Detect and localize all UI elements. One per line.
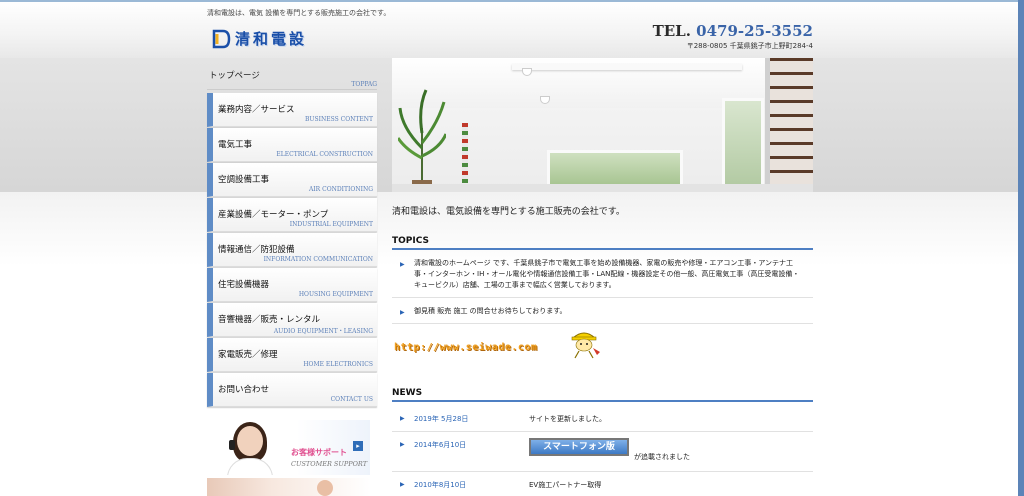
topic-text: 清和電設のホームページ です、千葉県銚子市で電気工事を始め設備機器、家電の販売や… xyxy=(414,259,800,289)
contact-block: TEL. 0479-25-3552 〒288-0805 千葉県銚子市上野町284… xyxy=(653,22,813,51)
logo-text: 清和電設 xyxy=(235,30,308,48)
sidebar-item-label: 家電販売／修理 xyxy=(218,350,278,360)
topic-text: 御見積 販売 施工 の問合せお待ちしております。 xyxy=(414,307,567,315)
mascot-icon xyxy=(571,332,600,359)
support-title: お客様サポート xyxy=(291,448,347,457)
hero-window xyxy=(722,98,764,192)
sidebar-item-label: 業務内容／サービス xyxy=(218,105,295,115)
news-text: EV施工パートナー取得 xyxy=(529,481,602,489)
sidebar-item-label: トップページ xyxy=(209,71,260,81)
sidebar-item-business[interactable]: 業務内容／サービス BUSINESS CONTENT xyxy=(207,93,377,127)
phone-line: TEL. 0479-25-3552 xyxy=(653,22,813,40)
right-edge-bar xyxy=(1018,0,1024,496)
hero-shelf xyxy=(462,123,468,183)
site-url-banner[interactable]: http://www.seiwade.com xyxy=(392,320,612,360)
sidebar-item-top[interactable]: トップページ TOPPAG xyxy=(207,62,377,90)
sidebar-item-air-conditioning[interactable]: 空調設備工事 AIR CONDITIONING xyxy=(207,163,377,197)
hero-floor xyxy=(392,184,813,192)
sidebar-item-sublabel: CONTACT US xyxy=(330,396,373,403)
news-heading: NEWS xyxy=(392,388,813,402)
sidebar-item-label: 住宅設備機器 xyxy=(218,280,270,290)
logo-mark-icon xyxy=(212,29,231,48)
headset-icon xyxy=(229,440,235,450)
company-intro: 清和電設は、電気設備を専門とする施工販売の会社です。 xyxy=(392,207,625,217)
news-item: ▶ 2010年8月10日 EV施工パートナー取得 xyxy=(392,472,813,496)
address: 〒288-0805 千葉県銚子市上野町284-4 xyxy=(686,42,813,50)
tel-label: TEL. xyxy=(652,22,691,40)
arrow-right-icon: ▶ xyxy=(400,415,405,422)
sidebar-item-label: 情報通信／防犯設備 xyxy=(218,245,295,255)
arrow-right-icon: ▶ xyxy=(400,309,405,316)
site-logo[interactable]: 清和電設 xyxy=(211,28,307,49)
sidebar-item-sublabel: HOUSING EQUIPMENT xyxy=(298,291,373,298)
sidebar-item-sublabel: AIR CONDITIONING xyxy=(308,186,373,193)
sidebar-item-sublabel: HOME ELECTRONICS xyxy=(303,361,373,368)
customer-support-banner[interactable]: お客様サポート CUSTOMER SUPPORT ▸ xyxy=(207,420,370,475)
news-text: サイトを更新しました。 xyxy=(529,415,606,423)
sidebar-item-industrial[interactable]: 産業設備／モーター・ポンプ INDUSTRIAL EQUIPMENT xyxy=(207,198,377,232)
header-tagline: 清和電設は、電気 設備を専門とする販売施工の会社です。 xyxy=(207,9,391,17)
sidebar-item-sublabel: BUSINESS CONTENT xyxy=(305,116,373,123)
site-url: http://www.seiwade.com xyxy=(394,342,538,353)
page-wrapper: 清和電設は、電気 設備を専門とする販売施工の会社です。 清和電設 TEL. 04… xyxy=(207,0,813,496)
sidebar-item-electrical[interactable]: 電気工事 ELECTRICAL CONSTRUCTION xyxy=(207,128,377,162)
sidebar-menu: 業務内容／サービス BUSINESS CONTENT 電気工事 ELECTRIC… xyxy=(207,93,377,407)
news-date: 2010年8月10日 xyxy=(414,481,467,489)
news-item: ▶ 2019年 5月28日 サイトを更新しました。 xyxy=(392,406,813,432)
hero-image xyxy=(392,58,813,192)
sidebar-item-sublabel: AUDIO EQUIPMENT・LEASING xyxy=(273,328,373,335)
sidebar-nav: トップページ TOPPAG 業務内容／サービス BUSINESS CONTENT… xyxy=(207,62,377,408)
sidebar-item-sublabel: INFORMATION COMMUNICATION xyxy=(263,256,373,263)
news-list: ▶ 2019年 5月28日 サイトを更新しました。 ▶ 2014年6月10日 ス… xyxy=(392,406,813,496)
topics-heading: TOPICS xyxy=(392,236,813,250)
sidebar-item-home-electronics[interactable]: 家電販売／修理 HOME ELECTRONICS xyxy=(207,338,377,372)
sidebar-item-label: お問い合わせ xyxy=(218,385,270,395)
news-text: が追載されました xyxy=(634,453,690,461)
hero-beam xyxy=(512,64,742,70)
sidebar-item-sublabel: TOPPAG xyxy=(351,81,377,88)
banner-photo xyxy=(317,480,333,496)
operator-face xyxy=(237,426,263,456)
sidebar-item-sublabel: ELECTRICAL CONSTRUCTION xyxy=(276,151,373,158)
sidebar-item-information[interactable]: 情報通信／防犯設備 INFORMATION COMMUNICATION xyxy=(207,233,377,267)
hero-stairs xyxy=(770,58,813,192)
arrow-right-icon: ▸ xyxy=(353,441,363,451)
list-item: ▶ 清和電設のホームページ です、千葉県銚子市で電気工事を始め設備機器、家電の販… xyxy=(392,250,813,298)
arrow-right-icon: ▶ xyxy=(400,261,405,268)
support-subtitle: CUSTOMER SUPPORT xyxy=(291,460,368,468)
arrow-right-icon: ▶ xyxy=(400,481,405,488)
arrow-right-icon: ▶ xyxy=(400,441,405,448)
topics-list: ▶ 清和電設のホームページ です、千葉県銚子市で電気工事を始め設備機器、家電の販… xyxy=(392,250,813,324)
sidebar-item-contact[interactable]: お問い合わせ CONTACT US xyxy=(207,373,377,407)
tel-number: 0479-25-3552 xyxy=(696,22,813,40)
news-date: 2019年 5月28日 xyxy=(414,415,469,423)
sidebar-item-sublabel: INDUSTRIAL EQUIPMENT xyxy=(289,221,373,228)
news-date: 2014年6月10日 xyxy=(414,441,467,449)
sidebar-item-audio[interactable]: 音響機器／販売・レンタル AUDIO EQUIPMENT・LEASING xyxy=(207,303,377,337)
sidebar-item-label: 産業設備／モーター・ポンプ xyxy=(218,210,329,220)
sidebar-item-housing[interactable]: 住宅設備機器 HOUSING EQUIPMENT xyxy=(207,268,377,302)
sidebar-item-label: 電気工事 xyxy=(218,140,253,150)
sidebar-item-label: 空調設備工事 xyxy=(218,175,270,185)
sidebar-item-label: 音響機器／販売・レンタル xyxy=(218,315,321,325)
secondary-banner[interactable] xyxy=(207,478,370,496)
news-item: ▶ 2014年6月10日 スマートフォン版 が追載されました xyxy=(392,432,813,472)
plant-illustration xyxy=(398,89,446,192)
smartphone-version-badge[interactable]: スマートフォン版 xyxy=(529,438,629,456)
